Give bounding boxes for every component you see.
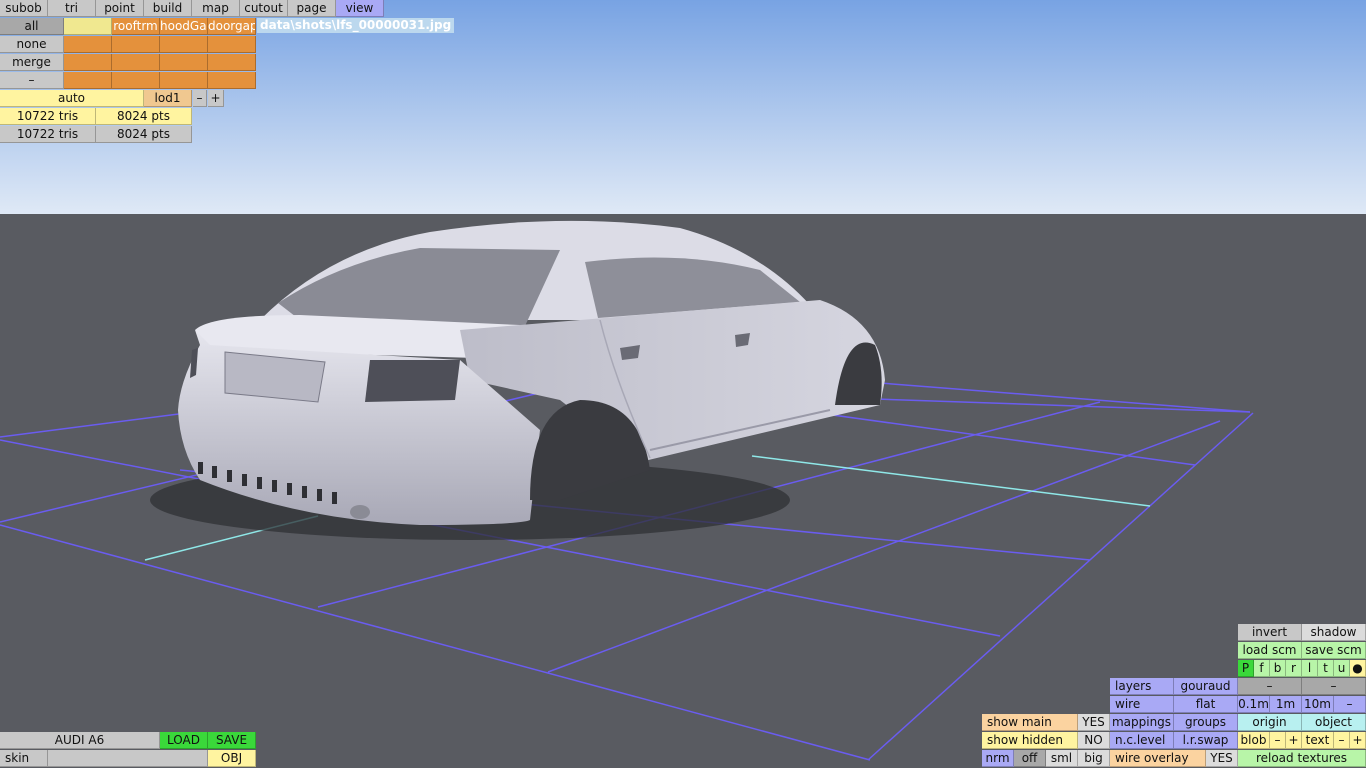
- off-button[interactable]: off: [1014, 750, 1046, 767]
- menu-tri[interactable]: tri: [48, 0, 96, 17]
- lod-minus-button[interactable]: –: [193, 90, 207, 107]
- object-button[interactable]: object: [1302, 714, 1366, 731]
- big-button[interactable]: big: [1078, 750, 1110, 767]
- view-under-button[interactable]: u: [1334, 660, 1350, 677]
- subobject-cell[interactable]: [112, 54, 160, 71]
- subobject-cell[interactable]: [112, 72, 160, 89]
- view-front-button[interactable]: f: [1254, 660, 1270, 677]
- view-top-button[interactable]: t: [1318, 660, 1334, 677]
- dash-left-button[interactable]: –: [1238, 678, 1302, 695]
- dash-right-button[interactable]: –: [1302, 678, 1366, 695]
- skin-field[interactable]: [48, 750, 208, 767]
- menu-cutout[interactable]: cutout: [240, 0, 288, 17]
- show-hidden-value[interactable]: NO: [1078, 732, 1110, 749]
- subobject-header-rooftrm[interactable]: rooftrm: [112, 18, 160, 35]
- nrm-button[interactable]: nrm: [982, 750, 1014, 767]
- view-dot-icon[interactable]: ●: [1350, 660, 1366, 677]
- menu-map[interactable]: map: [192, 0, 240, 17]
- pts-count: 8024 pts: [96, 108, 192, 125]
- menu-view[interactable]: view: [336, 0, 384, 17]
- tris-count-total: 10722 tris: [0, 126, 96, 143]
- pts-count-total: 8024 pts: [96, 126, 192, 143]
- invert-button[interactable]: invert: [1238, 624, 1302, 641]
- car-name-field[interactable]: AUDI A6: [0, 732, 160, 749]
- merge-button[interactable]: merge: [0, 54, 64, 71]
- menu-subob[interactable]: subob: [0, 0, 48, 17]
- select-none-button[interactable]: none: [0, 36, 64, 53]
- nc-level-button[interactable]: n.c.level: [1110, 732, 1174, 749]
- lr-swap-button[interactable]: l.r.swap: [1174, 732, 1238, 749]
- show-main-label[interactable]: show main: [982, 714, 1078, 731]
- dash-button[interactable]: –: [0, 72, 64, 89]
- grid-01m-button[interactable]: 0.1m: [1238, 696, 1270, 713]
- obj-button[interactable]: OBJ: [208, 750, 256, 767]
- lod-plus-button[interactable]: +: [208, 90, 224, 107]
- save-scm-button[interactable]: save scm: [1302, 642, 1366, 659]
- show-hidden-label[interactable]: show hidden: [982, 732, 1078, 749]
- load-button[interactable]: LOAD: [160, 732, 208, 749]
- skin-label: skin: [0, 750, 48, 767]
- origin-button[interactable]: origin: [1238, 714, 1302, 731]
- subobject-cell[interactable]: [160, 36, 208, 53]
- menu-point[interactable]: point: [96, 0, 144, 17]
- subobject-cell[interactable]: [64, 36, 112, 53]
- subobject-cell[interactable]: [160, 72, 208, 89]
- subobject-header-doorgap[interactable]: doorgap: [208, 18, 256, 35]
- subobject-cell[interactable]: [64, 72, 112, 89]
- flat-button[interactable]: flat: [1174, 696, 1238, 713]
- viewport-3d[interactable]: [0, 0, 1366, 768]
- select-all-button[interactable]: all: [0, 18, 64, 35]
- subobject-cell[interactable]: [208, 54, 256, 71]
- subobject-cell[interactable]: [64, 54, 112, 71]
- view-perspective-button[interactable]: P: [1238, 660, 1254, 677]
- text-plus-button[interactable]: +: [1350, 732, 1366, 749]
- subobject-header-blank[interactable]: [64, 18, 112, 35]
- view-back-button[interactable]: b: [1270, 660, 1286, 677]
- load-scm-button[interactable]: load scm: [1238, 642, 1302, 659]
- wire-overlay-label[interactable]: wire overlay: [1110, 750, 1206, 767]
- file-path-label: data\shots\lfs_00000031.jpg: [257, 18, 455, 33]
- text-button[interactable]: text: [1302, 732, 1334, 749]
- tris-count: 10722 tris: [0, 108, 96, 125]
- grid-minus-button[interactable]: –: [1334, 696, 1366, 713]
- menu-page[interactable]: page: [288, 0, 336, 17]
- sml-button[interactable]: sml: [1046, 750, 1078, 767]
- blob-minus-button[interactable]: –: [1270, 732, 1286, 749]
- view-left-button[interactable]: l: [1302, 660, 1318, 677]
- grid-1m-button[interactable]: 1m: [1270, 696, 1302, 713]
- groups-button[interactable]: groups: [1174, 714, 1238, 731]
- layers-button[interactable]: layers: [1110, 678, 1174, 695]
- text-minus-button[interactable]: –: [1334, 732, 1350, 749]
- subobject-cell[interactable]: [208, 72, 256, 89]
- wire-button[interactable]: wire: [1110, 696, 1174, 713]
- mappings-button[interactable]: mappings: [1110, 714, 1174, 731]
- subobject-header-hoodgap[interactable]: hoodGap: [160, 18, 208, 35]
- auto-lod-button[interactable]: auto: [0, 90, 144, 107]
- view-right-button[interactable]: r: [1286, 660, 1302, 677]
- shadow-button[interactable]: shadow: [1302, 624, 1366, 641]
- grid-10m-button[interactable]: 10m: [1302, 696, 1334, 713]
- gouraud-button[interactable]: gouraud: [1174, 678, 1238, 695]
- wire-overlay-value[interactable]: YES: [1206, 750, 1238, 767]
- save-button[interactable]: SAVE: [208, 732, 256, 749]
- lod-selector[interactable]: lod1: [144, 90, 192, 107]
- blob-button[interactable]: blob: [1238, 732, 1270, 749]
- subobject-cell[interactable]: [160, 54, 208, 71]
- menu-build[interactable]: build: [144, 0, 192, 17]
- blob-plus-button[interactable]: +: [1286, 732, 1302, 749]
- subobject-cell[interactable]: [208, 36, 256, 53]
- reload-textures-button[interactable]: reload textures: [1238, 750, 1366, 767]
- show-main-value[interactable]: YES: [1078, 714, 1110, 731]
- subobject-cell[interactable]: [112, 36, 160, 53]
